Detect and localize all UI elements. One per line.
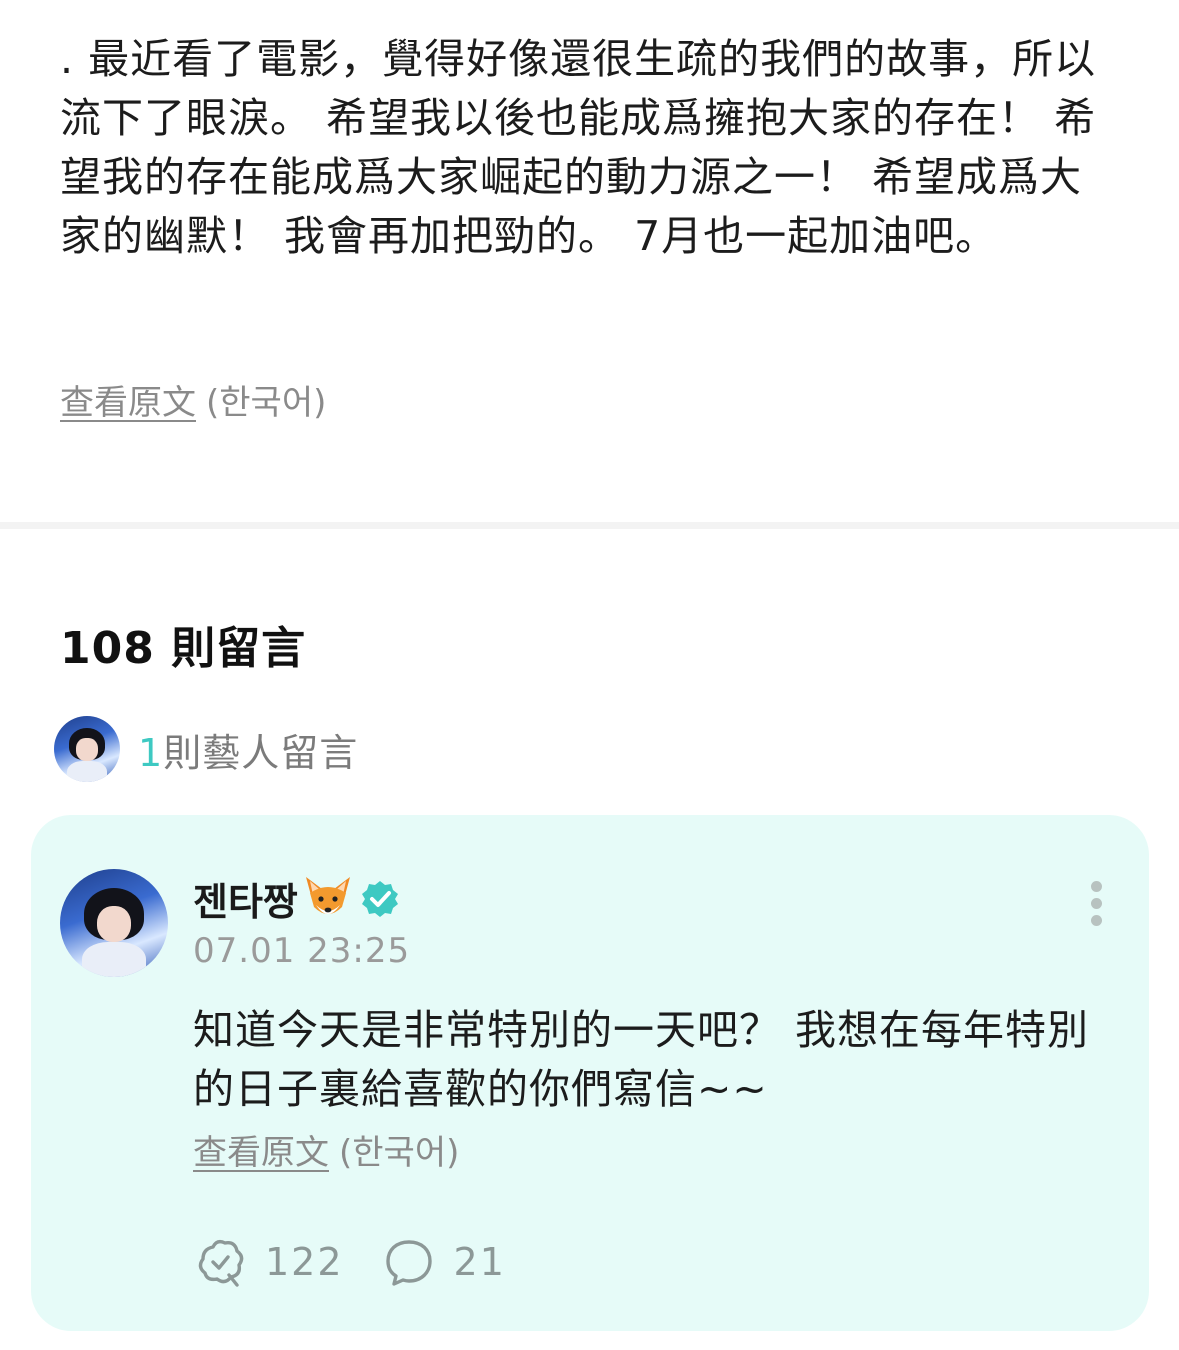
- comment-view-original-link[interactable]: 查看原文: [193, 1133, 329, 1173]
- comment-actions: 122 21: [193, 1235, 506, 1289]
- artist-comment-card: 젠타짱 07.01 23:25 知道今天是非常特別的一天吧？ 我想在每年特別的日…: [31, 815, 1149, 1331]
- comment-translate-row: 查看原文 (한국어): [193, 1130, 459, 1176]
- reply-button[interactable]: 21: [382, 1235, 506, 1289]
- comment-timestamp: 07.01 23:25: [193, 931, 411, 971]
- like-button[interactable]: 122: [193, 1235, 344, 1289]
- post-body-text: . 最近看了電影，覺得好像還很生疏的我們的故事，所以流下了眼淚。 希望我以後也能…: [60, 35, 1097, 260]
- commenter-name-row: 젠타짱: [193, 871, 400, 926]
- like-icon: [198, 1239, 244, 1287]
- comment-text: 知道今天是非常特別的一天吧？ 我想在每年特別的日子裏給喜歡的你們寫信~~: [193, 1006, 1090, 1113]
- post-original-language: (한국어): [206, 383, 327, 423]
- artist-avatar: [54, 716, 120, 782]
- commenter-name[interactable]: 젠타짱: [193, 871, 298, 926]
- like-count: 122: [265, 1240, 344, 1284]
- comments-count-title: 108 則留言: [60, 623, 307, 674]
- reply-count: 21: [453, 1240, 506, 1284]
- speech-bubble-icon: [385, 1240, 432, 1286]
- post-translate-row: 查看原文 (한국어): [60, 380, 326, 426]
- more-options-icon[interactable]: [1086, 881, 1106, 931]
- comment-original-language: (한국어): [339, 1133, 460, 1173]
- artist-comments-count: 1: [138, 730, 164, 775]
- section-divider: [0, 522, 1179, 529]
- artist-comments-summary[interactable]: 1則藝人留言: [54, 715, 358, 783]
- artist-comments-text: 則藝人留言: [163, 730, 359, 775]
- artist-comments-label: 1則藝人留言: [138, 722, 358, 777]
- post-view-original-link[interactable]: 查看原文: [60, 383, 196, 423]
- verified-badge-icon: [361, 880, 398, 917]
- commenter-avatar[interactable]: [60, 869, 168, 977]
- fox-face-icon: [305, 876, 350, 914]
